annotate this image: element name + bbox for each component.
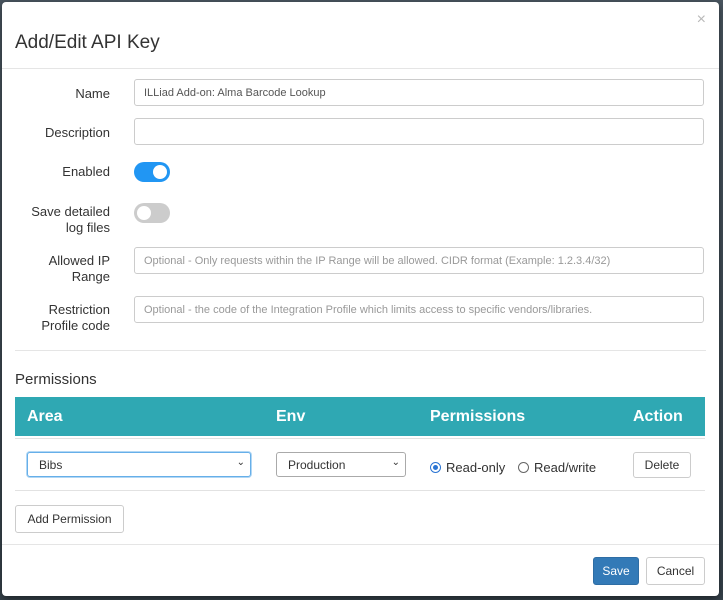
- save-log-label-line2: log files: [65, 220, 110, 235]
- column-header-area: Area: [27, 408, 63, 425]
- chevron-down-icon: ⌄: [236, 457, 245, 468]
- modal-header: Add/Edit API Key ×: [2, 2, 719, 69]
- ip-range-label-line1: Allowed IP: [48, 253, 110, 268]
- section-divider: [15, 350, 706, 351]
- name-input[interactable]: [134, 79, 704, 106]
- restriction-label: Restriction Profile code: [10, 302, 110, 334]
- column-header-env: Env: [276, 408, 306, 425]
- ip-range-input[interactable]: [134, 247, 704, 274]
- column-header-action: Action: [633, 408, 683, 425]
- toggle-knob: [153, 165, 167, 179]
- row-separator: [15, 490, 705, 491]
- chevron-down-icon: ⌄: [391, 457, 400, 468]
- save-log-label: Save detailed log files: [10, 204, 110, 236]
- env-select[interactable]: Production ⌄: [276, 452, 406, 477]
- column-header-permissions: Permissions: [430, 408, 526, 425]
- env-select-value: Production: [288, 458, 346, 472]
- modal-footer-divider: [2, 544, 719, 545]
- modal-title: Add/Edit API Key: [15, 32, 160, 53]
- save-log-label-line1: Save detailed: [31, 204, 110, 219]
- save-button[interactable]: Save: [593, 557, 639, 585]
- name-label: Name: [75, 86, 110, 101]
- read-write-radio[interactable]: [518, 462, 529, 473]
- restriction-label-line2: Profile code: [41, 318, 110, 333]
- ip-range-label: Allowed IP Range: [10, 253, 110, 285]
- area-select-value: Bibs: [39, 458, 63, 472]
- restriction-input[interactable]: [134, 296, 704, 323]
- api-key-modal: Add/Edit API Key × Name Description Enab…: [2, 2, 719, 596]
- enabled-label: Enabled: [62, 164, 110, 179]
- delete-permission-button[interactable]: Delete: [633, 452, 691, 478]
- enabled-toggle[interactable]: [134, 162, 170, 182]
- description-input[interactable]: [134, 118, 704, 145]
- description-label: Description: [44, 125, 110, 140]
- toggle-knob: [137, 206, 151, 220]
- save-log-toggle[interactable]: [134, 203, 170, 223]
- row-separator: [15, 438, 705, 439]
- permissions-section-title: Permissions: [15, 371, 97, 388]
- read-only-radio[interactable]: [430, 462, 441, 473]
- close-icon[interactable]: ×: [697, 12, 706, 28]
- read-write-label[interactable]: Read/write: [534, 460, 596, 475]
- read-only-label[interactable]: Read-only: [446, 460, 505, 475]
- permissions-table-header: Area Env Permissions Action: [15, 397, 705, 436]
- area-select[interactable]: Bibs ⌄: [27, 452, 251, 477]
- ip-range-label-line2: Range: [71, 269, 110, 284]
- cancel-button[interactable]: Cancel: [646, 557, 705, 585]
- add-permission-button[interactable]: Add Permission: [15, 505, 124, 533]
- restriction-label-line1: Restriction: [48, 302, 110, 317]
